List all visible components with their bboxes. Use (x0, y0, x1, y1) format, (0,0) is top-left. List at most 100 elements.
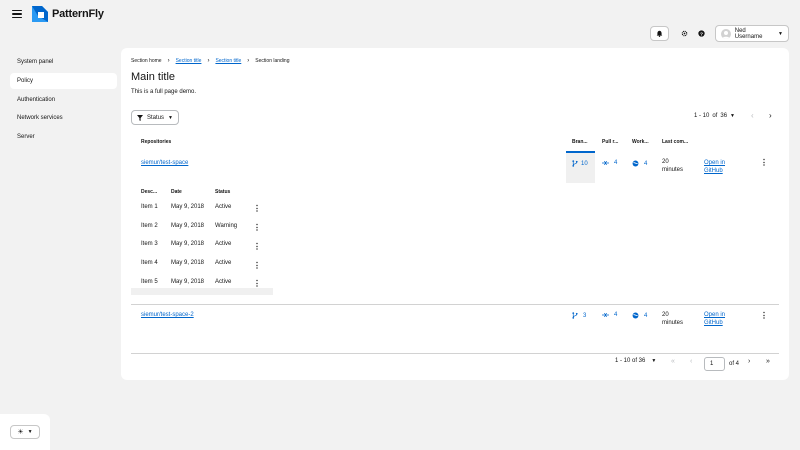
sidebar-item-label: System panel (17, 59, 54, 65)
page-title: Main title (131, 71, 176, 83)
kebab-icon[interactable]: ⋮ (253, 223, 261, 232)
nested-cell-status: Warning (215, 223, 238, 229)
page-subtitle: This is a full page demo. (131, 89, 197, 95)
nested-cell-date: May 9, 2018 (171, 279, 205, 285)
main-card (121, 48, 789, 380)
kebab-icon[interactable]: ⋮ (253, 261, 261, 270)
logo[interactable]: PatternFly (32, 6, 104, 22)
column-header-last-commit[interactable]: Last com... (662, 139, 692, 145)
nested-cell-status: Active (215, 260, 232, 266)
nested-cell-date: May 9, 2018 (171, 223, 205, 229)
sidebar-item-policy[interactable]: Policy (10, 73, 117, 89)
pagination-total: 36 (720, 113, 728, 119)
status-filter-button[interactable]: Status ▼ (131, 110, 179, 125)
row-divider (131, 304, 779, 305)
sun-icon: ☀ (17, 429, 24, 436)
pagination-menu-toggle[interactable]: 1 - 10 of 36 ▼ (694, 113, 735, 119)
breadcrumb-link[interactable]: Section title (215, 58, 241, 64)
pagination-of: of (712, 113, 718, 119)
caret-down-icon: ▼ (651, 358, 657, 364)
pull-requests-toggle[interactable]: 4 (602, 312, 617, 318)
next-page-button[interactable]: › (769, 111, 772, 120)
pull-request-icon (602, 161, 609, 165)
page-number-input[interactable]: 1 (704, 357, 725, 371)
brand-name: PatternFly (52, 8, 104, 20)
user-menu-button[interactable]: Ned Username ▼ (715, 25, 789, 42)
status-filter-label: Status (147, 114, 165, 121)
branches-count: 3 (583, 312, 587, 319)
help-button[interactable]: ? (694, 26, 708, 41)
pagination-range: 1 - 10 (694, 113, 710, 119)
link-line: GitHub (704, 320, 723, 326)
sidebar-item-authentication[interactable]: Authentication (10, 92, 117, 108)
branches-toggle[interactable]: 10 (572, 160, 588, 167)
branch-icon (572, 312, 578, 319)
workspaces-toggle[interactable]: 4 (632, 160, 647, 167)
branch-icon (572, 160, 578, 167)
caret-down-icon: ▼ (27, 429, 33, 435)
branches-count: 10 (581, 160, 588, 167)
first-page-button[interactable]: « (671, 358, 675, 365)
open-in-github-link[interactable]: Open in GitHub (704, 312, 725, 326)
nested-cell-date: May 9, 2018 (171, 241, 205, 247)
avatar (721, 28, 731, 39)
pull-requests-toggle[interactable]: 4 (602, 160, 617, 166)
row-divider (131, 353, 779, 354)
svg-text:?: ? (700, 31, 703, 37)
column-header-workspaces[interactable]: Work... (632, 139, 652, 145)
nested-column-header-description[interactable]: Desc... (141, 189, 157, 195)
nested-cell-date: May 9, 2018 (171, 204, 205, 210)
caret-down-icon: ▼ (778, 30, 783, 37)
kebab-icon[interactable]: ⋮ (253, 279, 261, 288)
last-page-button[interactable]: » (766, 358, 770, 365)
user-name: Ned Username (734, 27, 763, 40)
previous-page-button[interactable]: ‹ (690, 358, 692, 365)
nested-cell-description: Item 3 (141, 241, 158, 247)
branches-toggle[interactable]: 3 (572, 312, 586, 319)
patternfly-logo-icon (32, 6, 48, 22)
sidebar-item-server[interactable]: Server (10, 129, 117, 145)
notifications-button[interactable] (650, 26, 669, 41)
caret-down-icon: ▼ (168, 114, 173, 121)
workspaces-count: 4 (644, 312, 648, 319)
last-commit-value: 20 (662, 312, 669, 318)
column-header-pull-requests[interactable]: Pull r... (602, 139, 622, 145)
next-page-button[interactable]: › (748, 358, 750, 365)
theme-toggle-button[interactable]: ☀ ▼ (10, 425, 40, 439)
previous-page-button[interactable]: ‹ (751, 111, 754, 120)
nested-cell-description: Item 4 (141, 260, 158, 266)
hamburger-icon[interactable] (12, 10, 22, 18)
pagination-bottom[interactable]: 1 - 10 of 36 ▼ (615, 358, 656, 364)
open-in-github-link[interactable]: Open in GitHub (704, 160, 725, 174)
sidebar-item-system-panel[interactable]: System panel (10, 54, 117, 70)
filter-icon (137, 114, 144, 121)
nested-column-header-status[interactable]: Status (215, 189, 230, 195)
pagination-range: 1 - 10 of 36 (615, 358, 646, 364)
kebab-icon[interactable]: ⋮ (760, 311, 768, 320)
last-commit-unit: minutes (662, 320, 684, 326)
settings-button[interactable] (677, 26, 691, 41)
repository-link[interactable]: siemur/test-space (141, 160, 188, 166)
sidebar-item-label: Server (17, 134, 35, 140)
expanded-cell-highlight (566, 153, 595, 183)
workspaces-toggle[interactable]: 4 (632, 312, 647, 319)
chevron-right-icon: › (247, 58, 250, 64)
kebab-icon[interactable]: ⋮ (253, 204, 261, 213)
sidebar-item-network-services[interactable]: Network services (10, 110, 117, 126)
workspaces-count: 4 (644, 160, 648, 167)
nested-column-header-date[interactable]: Date (171, 189, 182, 195)
nested-cell-description: Item 1 (141, 204, 158, 210)
pull-requests-count: 4 (614, 312, 618, 318)
repository-link[interactable]: siemur/test-space-2 (141, 312, 194, 318)
pull-requests-count: 4 (614, 160, 618, 166)
column-header-repositories[interactable]: Repositories (141, 139, 171, 145)
gear-icon (681, 30, 687, 37)
kebab-icon[interactable]: ⋮ (253, 242, 261, 251)
sidebar-item-label: Network services (17, 115, 63, 121)
kebab-icon[interactable]: ⋮ (760, 158, 768, 167)
column-header-branches[interactable]: Bran... (572, 139, 592, 145)
last-commit-unit: minutes (662, 167, 684, 173)
breadcrumb-link[interactable]: Section title (176, 58, 202, 64)
nested-row-highlight (131, 288, 273, 295)
breadcrumb: Section home › Section title › Section t… (131, 58, 290, 64)
